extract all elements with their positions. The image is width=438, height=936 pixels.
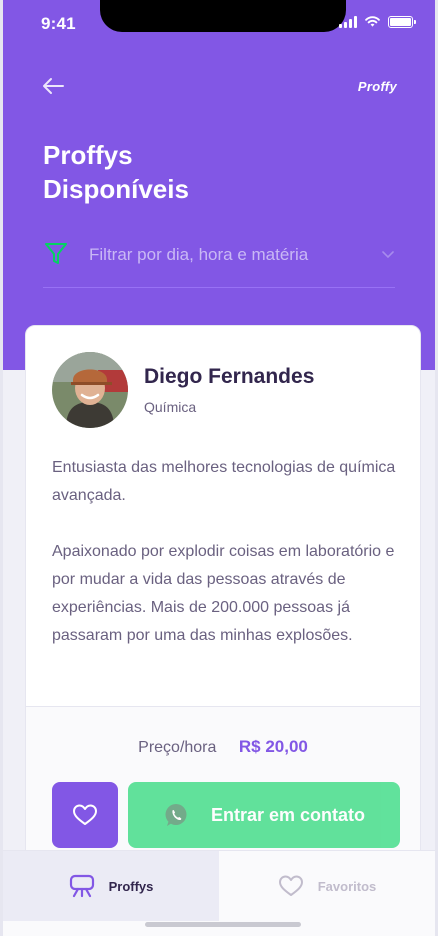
price-value: R$ 20,00 <box>238 737 308 756</box>
tab-bar: Proffys Favoritos <box>3 850 435 936</box>
cellular-signal-icon <box>339 15 357 28</box>
teacher-name: Diego Fernandes <box>144 365 315 388</box>
device-notch <box>100 0 346 32</box>
status-icons <box>339 15 416 28</box>
heart-icon <box>73 804 97 825</box>
brand-logo: Proffy <box>357 78 397 94</box>
price-row: Preço/hora R$ 20,00 <box>26 737 420 757</box>
status-time: 9:41 <box>41 14 76 33</box>
contact-button-label: Entrar em contato <box>210 804 366 825</box>
teacher-bio: Entusiasta das melhores tecnologias de q… <box>52 454 398 650</box>
app-screen: 9:41 Proffy Proffys Disponíveis Filtrar … <box>0 0 438 936</box>
teacher-profile: Diego Fernandes Química <box>52 352 314 428</box>
whatsapp-icon <box>165 804 187 826</box>
wifi-icon <box>365 16 380 27</box>
heart-icon <box>278 875 303 896</box>
filter-label: Filtrar por dia, hora e matéria <box>89 245 309 264</box>
bio-paragraph: Entusiasta das melhores tecnologias de q… <box>52 459 396 504</box>
bio-paragraph: Apaixonado por explodir coisas em labora… <box>52 543 395 644</box>
page-title: Proffys Disponíveis <box>43 140 189 204</box>
tab-proffys[interactable]: Proffys <box>3 851 219 921</box>
price-label: Preço/hora <box>138 739 217 756</box>
favorite-button[interactable] <box>52 782 118 848</box>
top-bar: Proffy <box>41 74 397 98</box>
avatar <box>52 352 128 428</box>
arrow-left-icon[interactable] <box>41 77 65 95</box>
chevron-down-icon <box>382 251 394 259</box>
teacher-card: Diego Fernandes Química Entusiasta das m… <box>25 325 421 865</box>
teacher-subject: Química <box>144 399 197 415</box>
card-footer: Preço/hora R$ 20,00 Entrar em contato <box>26 706 420 864</box>
tab-label: Proffys <box>108 878 154 894</box>
status-bar: 9:41 <box>3 0 435 44</box>
home-indicator <box>145 922 301 927</box>
battery-icon <box>388 15 416 28</box>
tab-favoritos[interactable]: Favoritos <box>219 851 435 921</box>
teachers-icon <box>69 874 94 898</box>
contact-button[interactable]: Entrar em contato <box>128 782 400 848</box>
tab-label: Favoritos <box>317 878 377 894</box>
filter-icon <box>45 243 67 264</box>
filter-toggle[interactable]: Filtrar por dia, hora e matéria <box>43 240 395 288</box>
